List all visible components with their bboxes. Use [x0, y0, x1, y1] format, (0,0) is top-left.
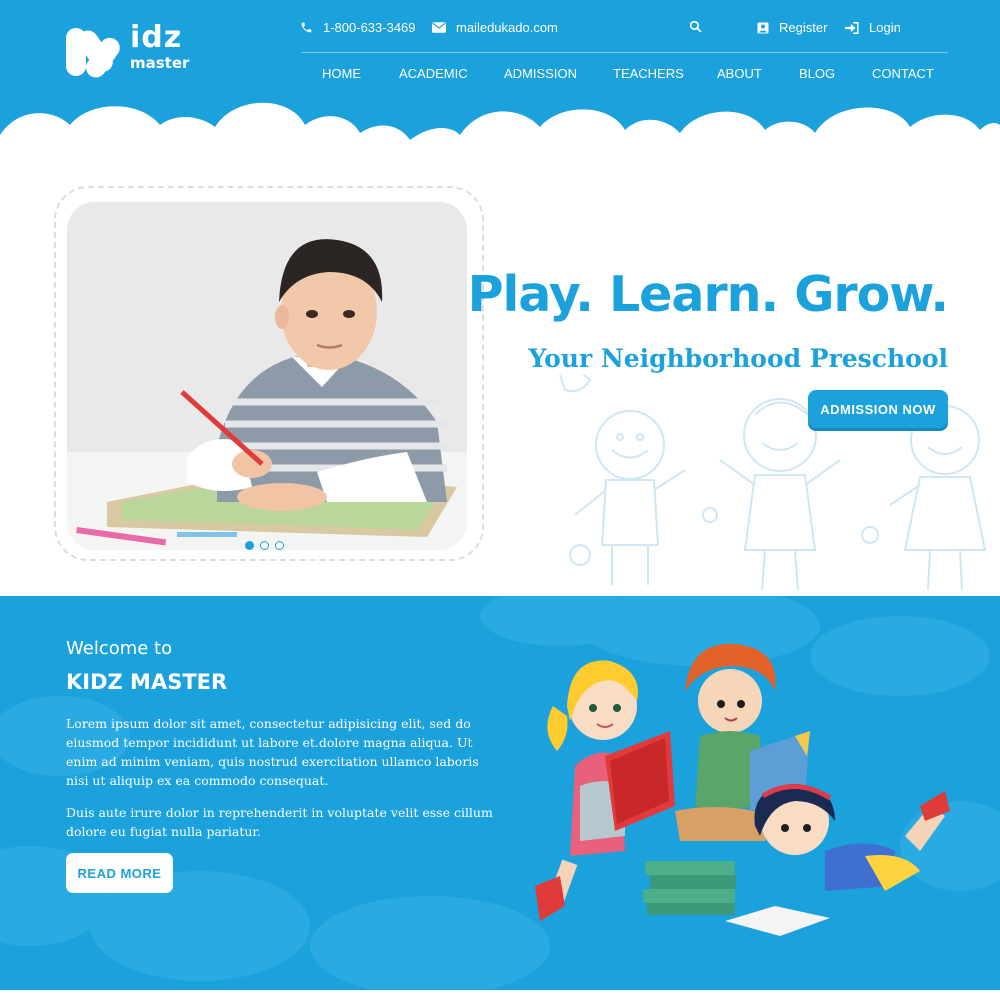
logo-text-kidz: idz	[130, 20, 183, 55]
read-more-button[interactable]: READ MORE	[66, 853, 173, 893]
login-label: Login	[869, 20, 901, 35]
slider-dot-1[interactable]	[245, 541, 254, 550]
welcome-pretitle: Welcome to	[66, 638, 173, 659]
phone-icon	[301, 22, 312, 33]
reading-kids-illustration	[535, 643, 950, 936]
login-link[interactable]: Login	[845, 20, 901, 35]
logo-text-master: master	[130, 54, 190, 72]
hero-photo-illustration	[67, 202, 467, 550]
hero-photo-boy-drawing	[67, 202, 467, 550]
search-button[interactable]	[689, 20, 702, 33]
login-icon	[845, 21, 859, 34]
nav-item-contact[interactable]: CONTACT	[872, 66, 934, 81]
welcome-section: Welcome to KIDZ MASTER Lorem ipsum dolor…	[0, 596, 1000, 990]
slider-dot-2[interactable]	[260, 541, 269, 550]
top-bar: 1-800-633-3469 mailedukado.com Register …	[300, 18, 948, 40]
site-header: idz master 1-800-633-3469 mailedukado.co…	[0, 0, 1000, 165]
nav-item-admission[interactable]: ADMISSION	[504, 66, 577, 81]
email-link[interactable]: mailedukado.com	[432, 20, 558, 35]
welcome-paragraph-1: Lorem ipsum dolor sit amet, consectetur …	[66, 716, 479, 788]
mail-icon	[432, 22, 446, 33]
slider-dot-3[interactable]	[275, 541, 284, 550]
hero-title: Play. Learn. Grow.	[467, 266, 949, 323]
logo[interactable]: idz master	[64, 18, 199, 82]
slider-dots	[245, 541, 284, 550]
logo-k-badge	[66, 28, 120, 78]
user-icon	[757, 22, 769, 33]
header-cloud-border	[0, 102, 1000, 165]
register-label: Register	[779, 20, 828, 35]
header-divider	[302, 52, 948, 53]
phone-link[interactable]: 1-800-633-3469	[300, 20, 416, 35]
nav-item-home[interactable]: HOME	[322, 66, 361, 81]
welcome-paragraph-2: Duis aute irure dolor in reprehenderit i…	[66, 805, 493, 839]
email-address: mailedukado.com	[456, 20, 558, 35]
nav-item-blog[interactable]: BLOG	[799, 66, 835, 81]
hero-section: Play. Learn. Grow. Your Neighborhood Pre…	[0, 160, 1000, 596]
nav-item-about[interactable]: ABOUT	[717, 66, 762, 81]
admission-now-button[interactable]: ADMISSION NOW	[808, 390, 948, 428]
welcome-title: KIDZ MASTER	[66, 670, 228, 694]
hero-subtitle: Your Neighborhood Preschool	[528, 344, 948, 373]
bottom-strip	[0, 990, 1000, 1000]
nav-item-teachers[interactable]: TEACHERS	[613, 66, 684, 81]
main-nav: HOME ACADEMIC ADMISSION TEACHERS ABOUT B…	[302, 66, 948, 86]
search-icon	[689, 20, 702, 33]
phone-number: 1-800-633-3469	[323, 20, 416, 35]
nav-item-academic[interactable]: ACADEMIC	[399, 66, 468, 81]
register-link[interactable]: Register	[757, 20, 827, 35]
